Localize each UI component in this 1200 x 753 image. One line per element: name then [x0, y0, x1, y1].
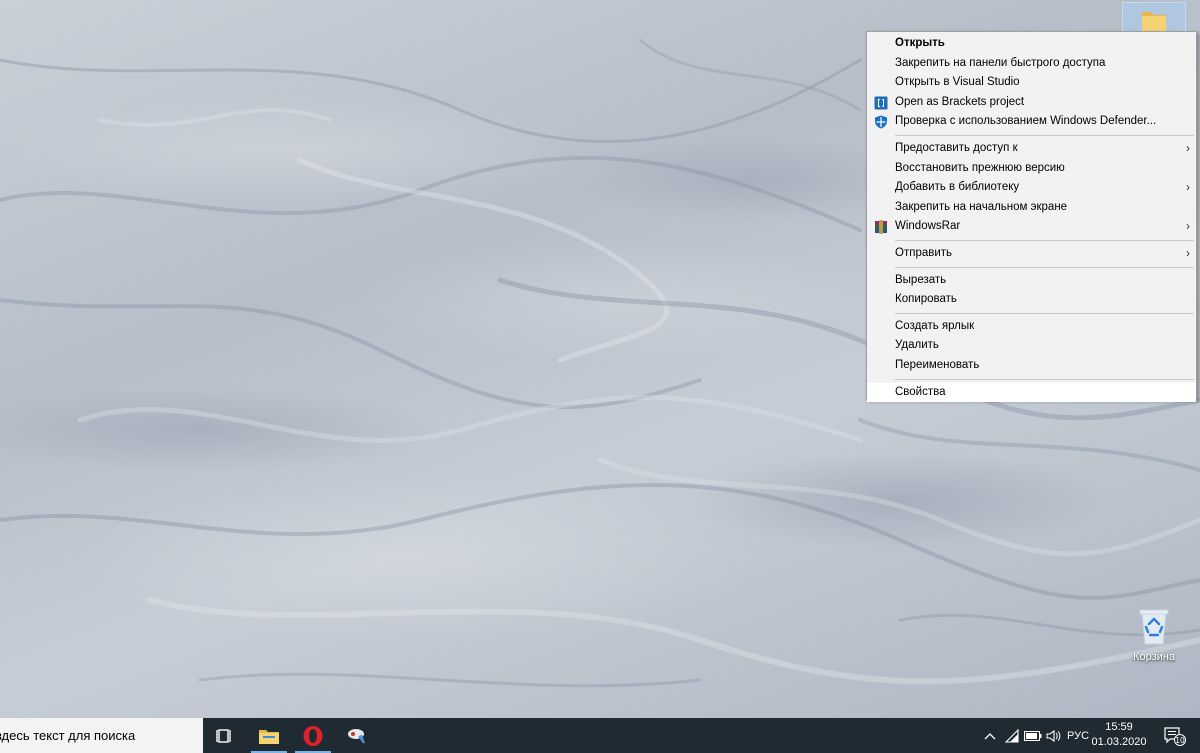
menu-item-label: Свойства — [895, 385, 946, 398]
menu-item-add-to-library[interactable]: Добавить в библиотеку › — [867, 178, 1196, 198]
chevron-up-icon — [984, 732, 996, 739]
winrar-icon — [875, 220, 887, 235]
menu-item-delete[interactable]: Удалить — [867, 336, 1196, 356]
menu-item-label: Open as Brackets project — [895, 95, 1025, 108]
network-status[interactable] — [1002, 718, 1022, 753]
menu-separator — [895, 134, 1194, 136]
file-explorer-icon — [259, 729, 279, 744]
windows-defender-icon — [875, 115, 887, 129]
menu-item-send-to[interactable]: Отправить › — [867, 244, 1196, 264]
menu-item-windows-defender-scan[interactable]: Проверка с использованием Windows Defend… — [867, 112, 1196, 132]
taskbar: Введите здесь текст для поиска — [0, 718, 1200, 753]
language-label: РУС — [1066, 729, 1090, 742]
menu-item-restore-previous-version[interactable]: Восстановить прежнюю версию — [867, 159, 1196, 179]
brackets-icon — [874, 96, 888, 110]
menu-item-label: Отправить — [895, 246, 953, 259]
submenu-arrow-icon: › — [1186, 140, 1190, 155]
volume-control[interactable] — [1044, 718, 1064, 753]
menu-item-open-visual-studio[interactable]: Открыть в Visual Studio — [867, 73, 1196, 93]
taskbar-opera-browser[interactable] — [291, 718, 335, 753]
menu-item-label: Добавить в библиотеку — [895, 181, 1020, 194]
submenu-arrow-icon: › — [1186, 245, 1190, 260]
snipping-tool-icon — [348, 728, 365, 744]
menu-item-label: Восстановить прежнюю версию — [895, 161, 1065, 174]
menu-item-copy[interactable]: Копировать — [867, 290, 1196, 310]
wifi-icon — [1004, 728, 1019, 743]
menu-separator — [895, 266, 1194, 268]
show-hidden-icons-button[interactable] — [980, 718, 1000, 753]
menu-item-give-access[interactable]: Предоставить доступ к › — [867, 139, 1196, 159]
menu-item-properties[interactable]: Свойства — [867, 382, 1196, 403]
folder-icon — [1142, 12, 1166, 31]
menu-separator — [895, 239, 1194, 241]
input-language-indicator[interactable]: РУС — [1064, 718, 1092, 753]
menu-item-label: Проверка с использованием Windows Defend… — [895, 115, 1157, 128]
recycle-bin-icon — [1139, 609, 1169, 645]
menu-item-label: Удалить — [895, 339, 939, 352]
menu-item-windowsrar[interactable]: WindowsRar › — [867, 217, 1196, 237]
menu-item-pin-to-start[interactable]: Закрепить на начальном экране — [867, 198, 1196, 218]
clock-time: 15:59 — [1105, 721, 1133, 733]
menu-item-label: Открыть — [895, 37, 945, 49]
notification-count-badge: 10 — [1175, 735, 1185, 744]
menu-item-label: Создать ярлык — [895, 319, 975, 332]
search-placeholder: Введите здесь текст для поиска — [0, 728, 136, 743]
menu-item-label: Закрепить на начальном экране — [895, 200, 1068, 213]
recycle-bin-label: Корзина — [1133, 651, 1175, 663]
taskbar-clock[interactable]: 15:59 01.03.2020 — [1090, 720, 1148, 750]
opera-icon — [303, 725, 323, 746]
menu-item-label: WindowsRar — [895, 220, 961, 233]
task-view-button[interactable] — [203, 718, 247, 753]
context-menu: Открыть Закрепить на панели быстрого дос… — [866, 31, 1197, 403]
menu-item-cut[interactable]: Вырезать — [867, 271, 1196, 291]
recycle-bin-shortcut[interactable]: Корзина — [1128, 606, 1180, 663]
taskbar-search-box[interactable]: Введите здесь текст для поиска — [0, 718, 203, 753]
menu-item-label: Переименовать — [895, 358, 980, 371]
taskbar-app-pinned[interactable] — [335, 718, 379, 753]
menu-item-create-shortcut[interactable]: Создать ярлык — [867, 317, 1196, 337]
taskbar-file-explorer[interactable] — [247, 718, 291, 753]
menu-item-rename[interactable]: Переименовать — [867, 356, 1196, 376]
battery-status[interactable] — [1022, 718, 1044, 753]
menu-item-label: Вырезать — [895, 273, 947, 286]
menu-item-pin-quick-access[interactable]: Закрепить на панели быстрого доступа — [867, 54, 1196, 74]
menu-item-open-brackets[interactable]: Open as Brackets project — [867, 93, 1196, 113]
menu-item-label: Копировать — [895, 293, 957, 306]
menu-item-label: Закрепить на панели быстрого доступа — [895, 56, 1106, 69]
menu-separator — [895, 312, 1194, 314]
task-view-icon — [216, 728, 231, 743]
notification-icon: 10 — [1164, 726, 1186, 746]
submenu-arrow-icon: › — [1186, 180, 1190, 195]
menu-item-label: Предоставить доступ к — [895, 141, 1018, 154]
clock-date: 01.03.2020 — [1091, 736, 1147, 748]
menu-separator — [895, 378, 1194, 380]
menu-item-open[interactable]: Открыть — [867, 34, 1196, 54]
menu-item-label: Открыть в Visual Studio — [895, 76, 1020, 89]
speaker-icon — [1046, 729, 1061, 742]
submenu-arrow-icon: › — [1186, 219, 1190, 234]
action-center-button[interactable]: 10 — [1158, 718, 1192, 753]
battery-icon — [1024, 730, 1042, 741]
